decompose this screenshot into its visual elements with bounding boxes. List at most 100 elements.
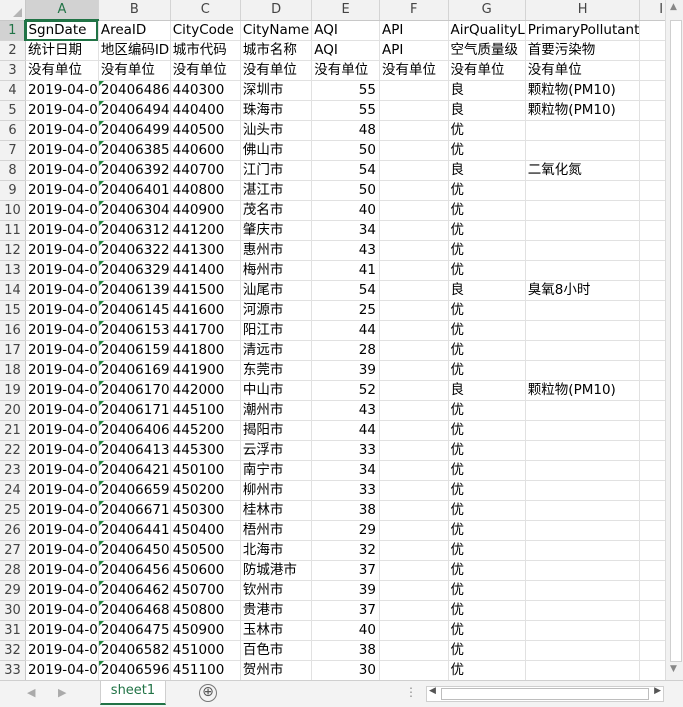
cell-f[interactable]: API bbox=[379, 20, 449, 41]
cell-a[interactable]: 2019-04-0 bbox=[25, 240, 99, 261]
cell-a[interactable]: 2019-04-0 bbox=[25, 400, 99, 421]
cell-g[interactable]: 优 bbox=[448, 300, 526, 321]
row-header[interactable]: 33 bbox=[0, 660, 26, 680]
cell-b[interactable]: 20406169 bbox=[98, 360, 171, 381]
cell-g[interactable]: 优 bbox=[448, 520, 526, 541]
cell-h[interactable]: 首要污染物 bbox=[525, 40, 641, 61]
cell-b[interactable]: 20406153 bbox=[98, 320, 171, 341]
cell-d[interactable]: 茂名市 bbox=[240, 200, 313, 221]
cell-c[interactable]: 440700 bbox=[170, 160, 241, 181]
cell-b[interactable]: 20406468 bbox=[98, 600, 171, 621]
cell-b[interactable]: 20406462 bbox=[98, 580, 171, 601]
cell-c[interactable]: 441800 bbox=[170, 340, 241, 361]
cell-a[interactable]: 2019-04-0 bbox=[25, 100, 99, 121]
cell-d[interactable]: 玉林市 bbox=[240, 620, 313, 641]
cell-e[interactable]: 30 bbox=[311, 660, 380, 680]
cell-d[interactable]: 潮州市 bbox=[240, 400, 313, 421]
cell-d[interactable]: 揭阳市 bbox=[240, 420, 313, 441]
scroll-right-arrow-icon[interactable]: ▶ bbox=[654, 686, 661, 696]
cell-d[interactable]: 云浮市 bbox=[240, 440, 313, 461]
cell-e[interactable]: 38 bbox=[311, 640, 380, 661]
cell-g[interactable]: 良 bbox=[448, 80, 526, 101]
cell-h[interactable] bbox=[525, 340, 641, 361]
cell-f[interactable] bbox=[379, 160, 449, 181]
cell-c[interactable]: 440800 bbox=[170, 180, 241, 201]
cell-e[interactable]: 25 bbox=[311, 300, 380, 321]
cell-e[interactable]: 没有单位 bbox=[311, 60, 380, 81]
cell-f[interactable] bbox=[379, 400, 449, 421]
cell-a[interactable]: 2019-04-0 bbox=[25, 520, 99, 541]
row-header[interactable]: 2 bbox=[0, 40, 26, 61]
cell-c[interactable]: 450100 bbox=[170, 460, 241, 481]
cell-g[interactable]: 优 bbox=[448, 540, 526, 561]
row-header[interactable]: 17 bbox=[0, 340, 26, 361]
cell-g[interactable]: 优 bbox=[448, 340, 526, 361]
cell-d[interactable]: 百色市 bbox=[240, 640, 313, 661]
cell-a[interactable]: 2019-04-0 bbox=[25, 360, 99, 381]
cell-f[interactable] bbox=[379, 260, 449, 281]
cell-a[interactable]: 2019-04-0 bbox=[25, 200, 99, 221]
cell-e[interactable]: 33 bbox=[311, 440, 380, 461]
spreadsheet-grid[interactable]: ABCDEFGHI 1 SgnDate AreaID CityCode CityName… bbox=[0, 0, 683, 680]
cell-g[interactable]: 优 bbox=[448, 600, 526, 621]
cell-b[interactable]: 地区编码ID bbox=[98, 40, 171, 61]
cell-f[interactable] bbox=[379, 380, 449, 401]
cell-d[interactable]: 惠州市 bbox=[240, 240, 313, 261]
row-header[interactable]: 30 bbox=[0, 600, 26, 621]
cell-h[interactable] bbox=[525, 180, 641, 201]
cell-h[interactable] bbox=[525, 660, 641, 680]
cell-e[interactable]: 44 bbox=[311, 320, 380, 341]
cell-b[interactable]: AreaID bbox=[98, 20, 171, 41]
cell-b[interactable]: 20406401 bbox=[98, 180, 171, 201]
cell-h[interactable]: 二氧化氮 bbox=[525, 160, 641, 181]
cell-table[interactable]: ABCDEFGHI 1 SgnDate AreaID CityCode CityName… bbox=[0, 0, 683, 680]
cell-f[interactable] bbox=[379, 300, 449, 321]
cell-a[interactable]: 2019-04-0 bbox=[25, 280, 99, 301]
cell-c[interactable]: 450500 bbox=[170, 540, 241, 561]
more-options-icon[interactable]: ⋮ bbox=[405, 685, 417, 699]
cell-g[interactable]: 优 bbox=[448, 320, 526, 341]
cell-h[interactable] bbox=[525, 120, 641, 141]
cell-g[interactable]: 良 bbox=[448, 280, 526, 301]
cell-a[interactable]: 2019-04-0 bbox=[25, 660, 99, 680]
cell-b[interactable]: 20406329 bbox=[98, 260, 171, 281]
cell-h[interactable]: PrimaryPollutant bbox=[525, 20, 641, 41]
cell-b[interactable]: 20406392 bbox=[98, 160, 171, 181]
cell-f[interactable] bbox=[379, 560, 449, 581]
cell-a[interactable]: 2019-04-0 bbox=[25, 380, 99, 401]
cell-b[interactable]: 没有单位 bbox=[98, 60, 171, 81]
cell-h[interactable] bbox=[525, 140, 641, 161]
cell-e[interactable]: 39 bbox=[311, 580, 380, 601]
cell-b[interactable]: 20406304 bbox=[98, 200, 171, 221]
add-sheet-icon[interactable]: ⊕ bbox=[199, 684, 217, 702]
cell-f[interactable] bbox=[379, 180, 449, 201]
cell-c[interactable]: 441600 bbox=[170, 300, 241, 321]
row-header[interactable]: 25 bbox=[0, 500, 26, 521]
cell-b[interactable]: 20406406 bbox=[98, 420, 171, 441]
cell-c[interactable]: 没有单位 bbox=[170, 60, 241, 81]
cell-e[interactable]: 37 bbox=[311, 560, 380, 581]
row-header[interactable]: 22 bbox=[0, 440, 26, 461]
cell-b[interactable]: 20406385 bbox=[98, 140, 171, 161]
cell-c[interactable]: 450800 bbox=[170, 600, 241, 621]
cell-d[interactable]: 钦州市 bbox=[240, 580, 313, 601]
cell-a[interactable]: 2019-04-0 bbox=[25, 620, 99, 641]
cell-d[interactable]: 贺州市 bbox=[240, 660, 313, 680]
cell-e[interactable]: 39 bbox=[311, 360, 380, 381]
cell-c[interactable]: CityCode bbox=[170, 20, 241, 41]
cell-c[interactable]: 440600 bbox=[170, 140, 241, 161]
cell-f[interactable] bbox=[379, 320, 449, 341]
column-header-c[interactable]: C bbox=[170, 0, 241, 21]
cell-a[interactable]: 2019-04-0 bbox=[25, 580, 99, 601]
cell-a[interactable]: 2019-04-0 bbox=[25, 600, 99, 621]
cell-c[interactable]: 450600 bbox=[170, 560, 241, 581]
cell-b[interactable]: 20406421 bbox=[98, 460, 171, 481]
cell-c[interactable]: 450700 bbox=[170, 580, 241, 601]
vertical-scroll-thumb[interactable] bbox=[670, 20, 682, 662]
cell-g[interactable]: 优 bbox=[448, 240, 526, 261]
row-header[interactable]: 18 bbox=[0, 360, 26, 381]
cell-f[interactable] bbox=[379, 600, 449, 621]
cell-d[interactable]: 防城港市 bbox=[240, 560, 313, 581]
cell-d[interactable]: 汕尾市 bbox=[240, 280, 313, 301]
cell-b[interactable]: 20406475 bbox=[98, 620, 171, 641]
